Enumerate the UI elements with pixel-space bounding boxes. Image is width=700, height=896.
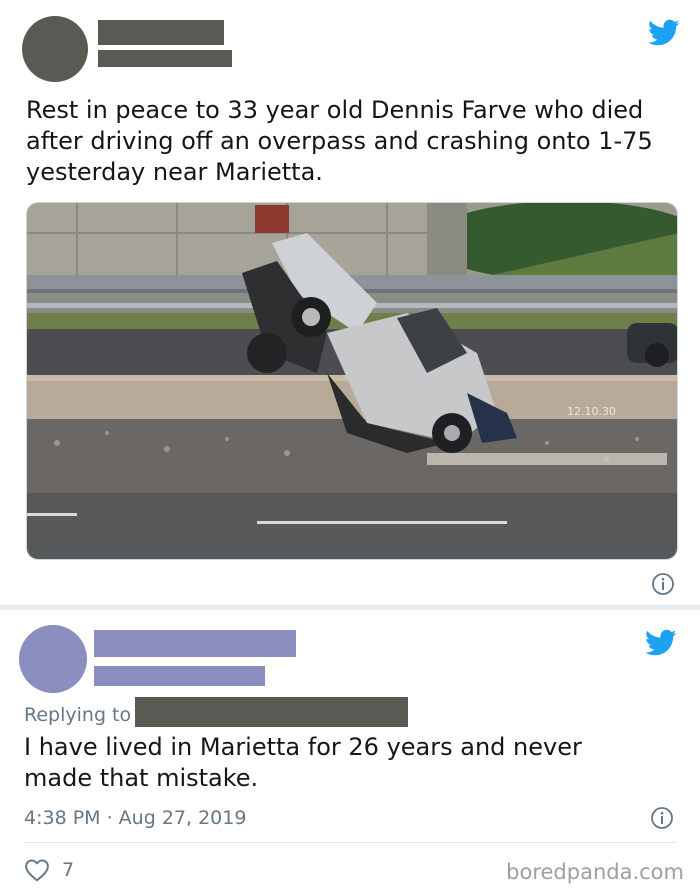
display-name-redacted[interactable] [98,20,224,45]
info-icon[interactable] [651,572,675,596]
avatar-redacted[interactable] [19,625,87,693]
tweet-text: I have lived in Marietta for 26 years an… [24,733,582,792]
tweet-timestamp[interactable]: 4:38 PM · Aug 27, 2019 [24,807,246,829]
boredpanda-watermark: boredpanda.com [506,860,684,884]
info-icon[interactable] [650,806,674,830]
handle-redacted[interactable] [98,50,232,67]
twitter-bird-icon[interactable] [648,19,680,47]
photo-watermark-text: 12.10.30 [567,405,616,418]
replying-to-label: Replying to [24,704,132,726]
tweet-card-reply: Replying to I have lived in Marietta for… [0,610,700,896]
avatar-redacted[interactable] [22,16,88,82]
divider [24,842,676,843]
tweet-card-original: Rest in peace to 33 year old Dennis Farv… [0,0,700,606]
twitter-bird-icon[interactable] [645,629,677,657]
display-name-redacted[interactable] [94,630,296,657]
tweet-text: Rest in peace to 33 year old Dennis Farv… [26,96,653,186]
heart-icon[interactable] [24,858,50,882]
handle-redacted[interactable] [94,666,265,686]
like-count: 7 [62,859,75,881]
crash-photo-illustration: 12.10.30 [27,203,677,559]
replying-to-handle-redacted[interactable] [135,697,408,727]
tweet-photo-crash[interactable]: 12.10.30 [26,202,678,560]
